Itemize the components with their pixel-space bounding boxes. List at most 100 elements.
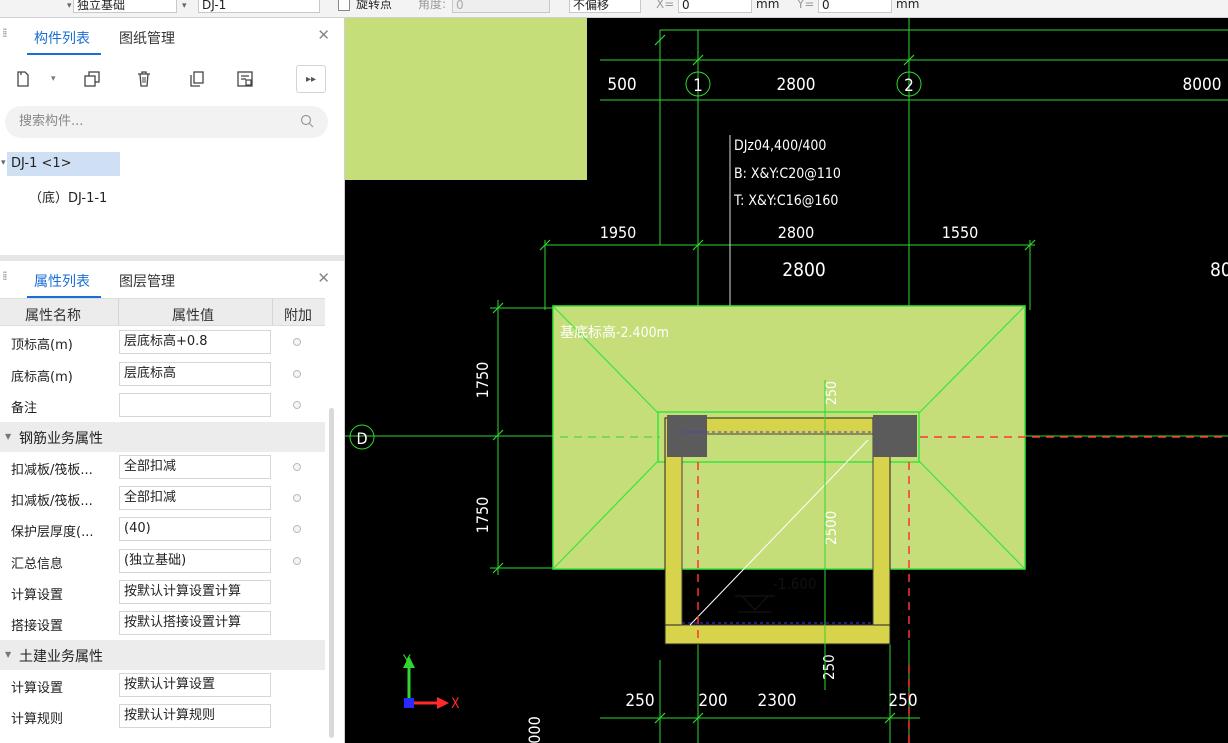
extra-checkbox[interactable] bbox=[293, 525, 301, 533]
offset-select[interactable]: 不偏移 bbox=[569, 0, 641, 13]
rotate-point-label: 旋转点 bbox=[356, 0, 393, 11]
property-row: 扣减板/筏板... 全部扣减 bbox=[0, 452, 325, 483]
extra-checkbox[interactable] bbox=[293, 494, 301, 502]
more-button[interactable]: ▸▸ bbox=[296, 65, 326, 93]
group-civil-properties[interactable]: ▼ 土建业务属性 bbox=[0, 640, 325, 670]
close-icon[interactable]: ✕ bbox=[317, 269, 330, 287]
axis-y-label: Y bbox=[402, 653, 411, 669]
extra-checkbox[interactable] bbox=[293, 401, 301, 409]
dim-text: 250 bbox=[820, 654, 838, 680]
drag-handle-icon[interactable]: ⁞⁞ bbox=[2, 27, 10, 45]
tree-item-dj1[interactable]: DJ-1 <1> bbox=[11, 156, 72, 171]
dim-text: 1950 bbox=[600, 223, 637, 242]
component-panel-tabs: ⁞⁞ 构件列表 图纸管理 ✕ bbox=[0, 18, 344, 56]
property-value-field[interactable] bbox=[119, 393, 271, 417]
extra-checkbox[interactable] bbox=[293, 370, 301, 378]
dim-text: 1550 bbox=[942, 223, 979, 242]
dim-text: 2300 bbox=[758, 691, 797, 711]
y-input[interactable]: 0 bbox=[818, 0, 892, 13]
collapse-icon[interactable]: ▼ bbox=[5, 432, 11, 441]
drag-handle-icon[interactable]: ⁞⁞ bbox=[2, 270, 10, 288]
level-label: -1.600 bbox=[773, 575, 817, 593]
property-button[interactable] bbox=[232, 66, 258, 92]
group-rebar-properties[interactable]: ▼ 钢筋业务属性 bbox=[0, 422, 325, 452]
dim-text: 250 bbox=[625, 691, 654, 711]
property-value-field[interactable]: 层底标高 bbox=[119, 362, 271, 386]
chevron-down-icon[interactable]: ▾ bbox=[182, 0, 187, 14]
property-row: 计算规则 按默认计算规则 bbox=[0, 701, 325, 732]
property-row: 保护层厚度(... (40) bbox=[0, 514, 325, 545]
property-value-field[interactable]: 全部扣减 bbox=[119, 486, 271, 510]
property-row: 备注 bbox=[0, 390, 325, 421]
property-value-field[interactable]: (独立基础) bbox=[119, 549, 271, 573]
property-row: 顶标高(m) 层底标高+0.8 bbox=[0, 327, 325, 358]
property-row: 搭接设置 按默认搭接设置计算 bbox=[0, 608, 325, 639]
extra-checkbox[interactable] bbox=[293, 557, 301, 565]
property-row: 扣减板/筏板... 全部扣减 bbox=[0, 483, 325, 514]
top-toolbar: ▾ 独立基础 ▾ DJ-1 旋转点 角度: 0 不偏移 X= 0 mm Y= 0… bbox=[0, 0, 1228, 18]
copy-button[interactable] bbox=[79, 66, 105, 92]
tab-layer-management[interactable]: 图层管理 bbox=[119, 271, 175, 291]
header-property-value: 属性值 bbox=[172, 308, 214, 324]
tab-component-list[interactable]: 构件列表 bbox=[34, 28, 90, 48]
dim-text: 200 bbox=[698, 691, 727, 711]
cad-canvas[interactable]: 1 2 D 500 2800 8000 DJz04,400/400 B: X&Y… bbox=[345, 18, 1228, 743]
tree-expand-icon[interactable]: ▾ bbox=[1, 158, 6, 168]
axis-label-1: 1 bbox=[693, 76, 703, 96]
adjacent-footing[interactable] bbox=[345, 18, 587, 180]
property-value-field[interactable]: (40) bbox=[119, 517, 271, 541]
layer-copy-button[interactable] bbox=[183, 66, 209, 92]
dim-text-large: 2800 bbox=[782, 259, 826, 281]
x-unit: mm bbox=[756, 0, 780, 11]
dim-text: 000 bbox=[525, 716, 544, 743]
chevron-down-icon[interactable]: ▾ bbox=[67, 0, 72, 14]
search-icon[interactable] bbox=[300, 114, 314, 128]
tree-item-dj1-1[interactable]: （底）DJ-1-1 bbox=[29, 187, 107, 206]
property-value-field[interactable]: 按默认计算规则 bbox=[119, 704, 271, 728]
category-select[interactable]: 独立基础 bbox=[73, 0, 177, 13]
property-row: 汇总信息 (独立基础) bbox=[0, 546, 325, 577]
property-value-field[interactable]: 全部扣减 bbox=[119, 455, 271, 479]
property-table-header: 属性名称 属性值 附加 bbox=[0, 298, 325, 326]
rotate-point-checkbox[interactable] bbox=[338, 0, 350, 11]
property-panel-tabs: ⁞⁞ 属性列表 图层管理 ✕ bbox=[0, 261, 344, 299]
x-input[interactable]: 0 bbox=[678, 0, 752, 13]
collapse-icon[interactable]: ▼ bbox=[5, 650, 11, 659]
dim-text: 250 bbox=[888, 691, 917, 711]
y-unit: mm bbox=[896, 0, 920, 11]
tab-drawing-management[interactable]: 图纸管理 bbox=[119, 28, 175, 48]
property-value-field[interactable]: 按默认计算设置 bbox=[119, 673, 271, 697]
extra-checkbox[interactable] bbox=[293, 463, 301, 471]
property-value-field[interactable]: 按默认计算设置计算 bbox=[119, 580, 271, 604]
x-label: X= bbox=[656, 0, 675, 11]
new-component-button[interactable] bbox=[10, 66, 36, 92]
annotation-text: B: X&Y:C20@110 bbox=[734, 166, 841, 182]
annotation-text: DJz04,400/400 bbox=[734, 138, 826, 154]
axis-label-2: 2 bbox=[904, 76, 914, 96]
rebar-annotation: DJz04,400/400 B: X&Y:C20@110 T: X&Y:C16@… bbox=[733, 138, 841, 209]
dim-text-large: 8000 bbox=[1210, 259, 1228, 281]
header-extra: 附加 bbox=[284, 308, 312, 324]
search-input[interactable] bbox=[17, 113, 291, 130]
close-icon[interactable]: ✕ bbox=[317, 26, 330, 44]
axis-label-d: D bbox=[356, 429, 367, 448]
property-row: 计算设置 按默认计算设置计算 bbox=[0, 577, 325, 608]
property-value-field[interactable]: 层底标高+0.8 bbox=[119, 330, 271, 354]
dim-text: 2800 bbox=[777, 75, 816, 95]
annotation-text: T: X&Y:C16@160 bbox=[733, 193, 838, 209]
left-panel: ⁞⁞ 构件列表 图纸管理 ✕ ▾ ▸▸ ▾ DJ-1 <1> （底）DJ-1-1… bbox=[0, 18, 345, 743]
header-property-name: 属性名称 bbox=[25, 308, 81, 324]
delete-button[interactable] bbox=[131, 66, 157, 92]
trash-icon bbox=[138, 71, 150, 87]
dim-text: 8000 bbox=[1183, 75, 1222, 95]
component-select[interactable]: DJ-1 bbox=[198, 0, 320, 13]
extra-checkbox[interactable] bbox=[293, 338, 301, 346]
chevron-down-icon[interactable]: ▾ bbox=[51, 74, 56, 84]
properties-icon bbox=[237, 71, 253, 87]
property-row: 底标高(m) 层底标高 bbox=[0, 359, 325, 390]
tab-property-list[interactable]: 属性列表 bbox=[34, 271, 90, 291]
y-label: Y= bbox=[797, 0, 815, 11]
angle-input[interactable]: 0 bbox=[452, 0, 550, 13]
property-scrollbar[interactable] bbox=[329, 408, 334, 738]
property-value-field[interactable]: 按默认搭接设置计算 bbox=[119, 611, 271, 635]
